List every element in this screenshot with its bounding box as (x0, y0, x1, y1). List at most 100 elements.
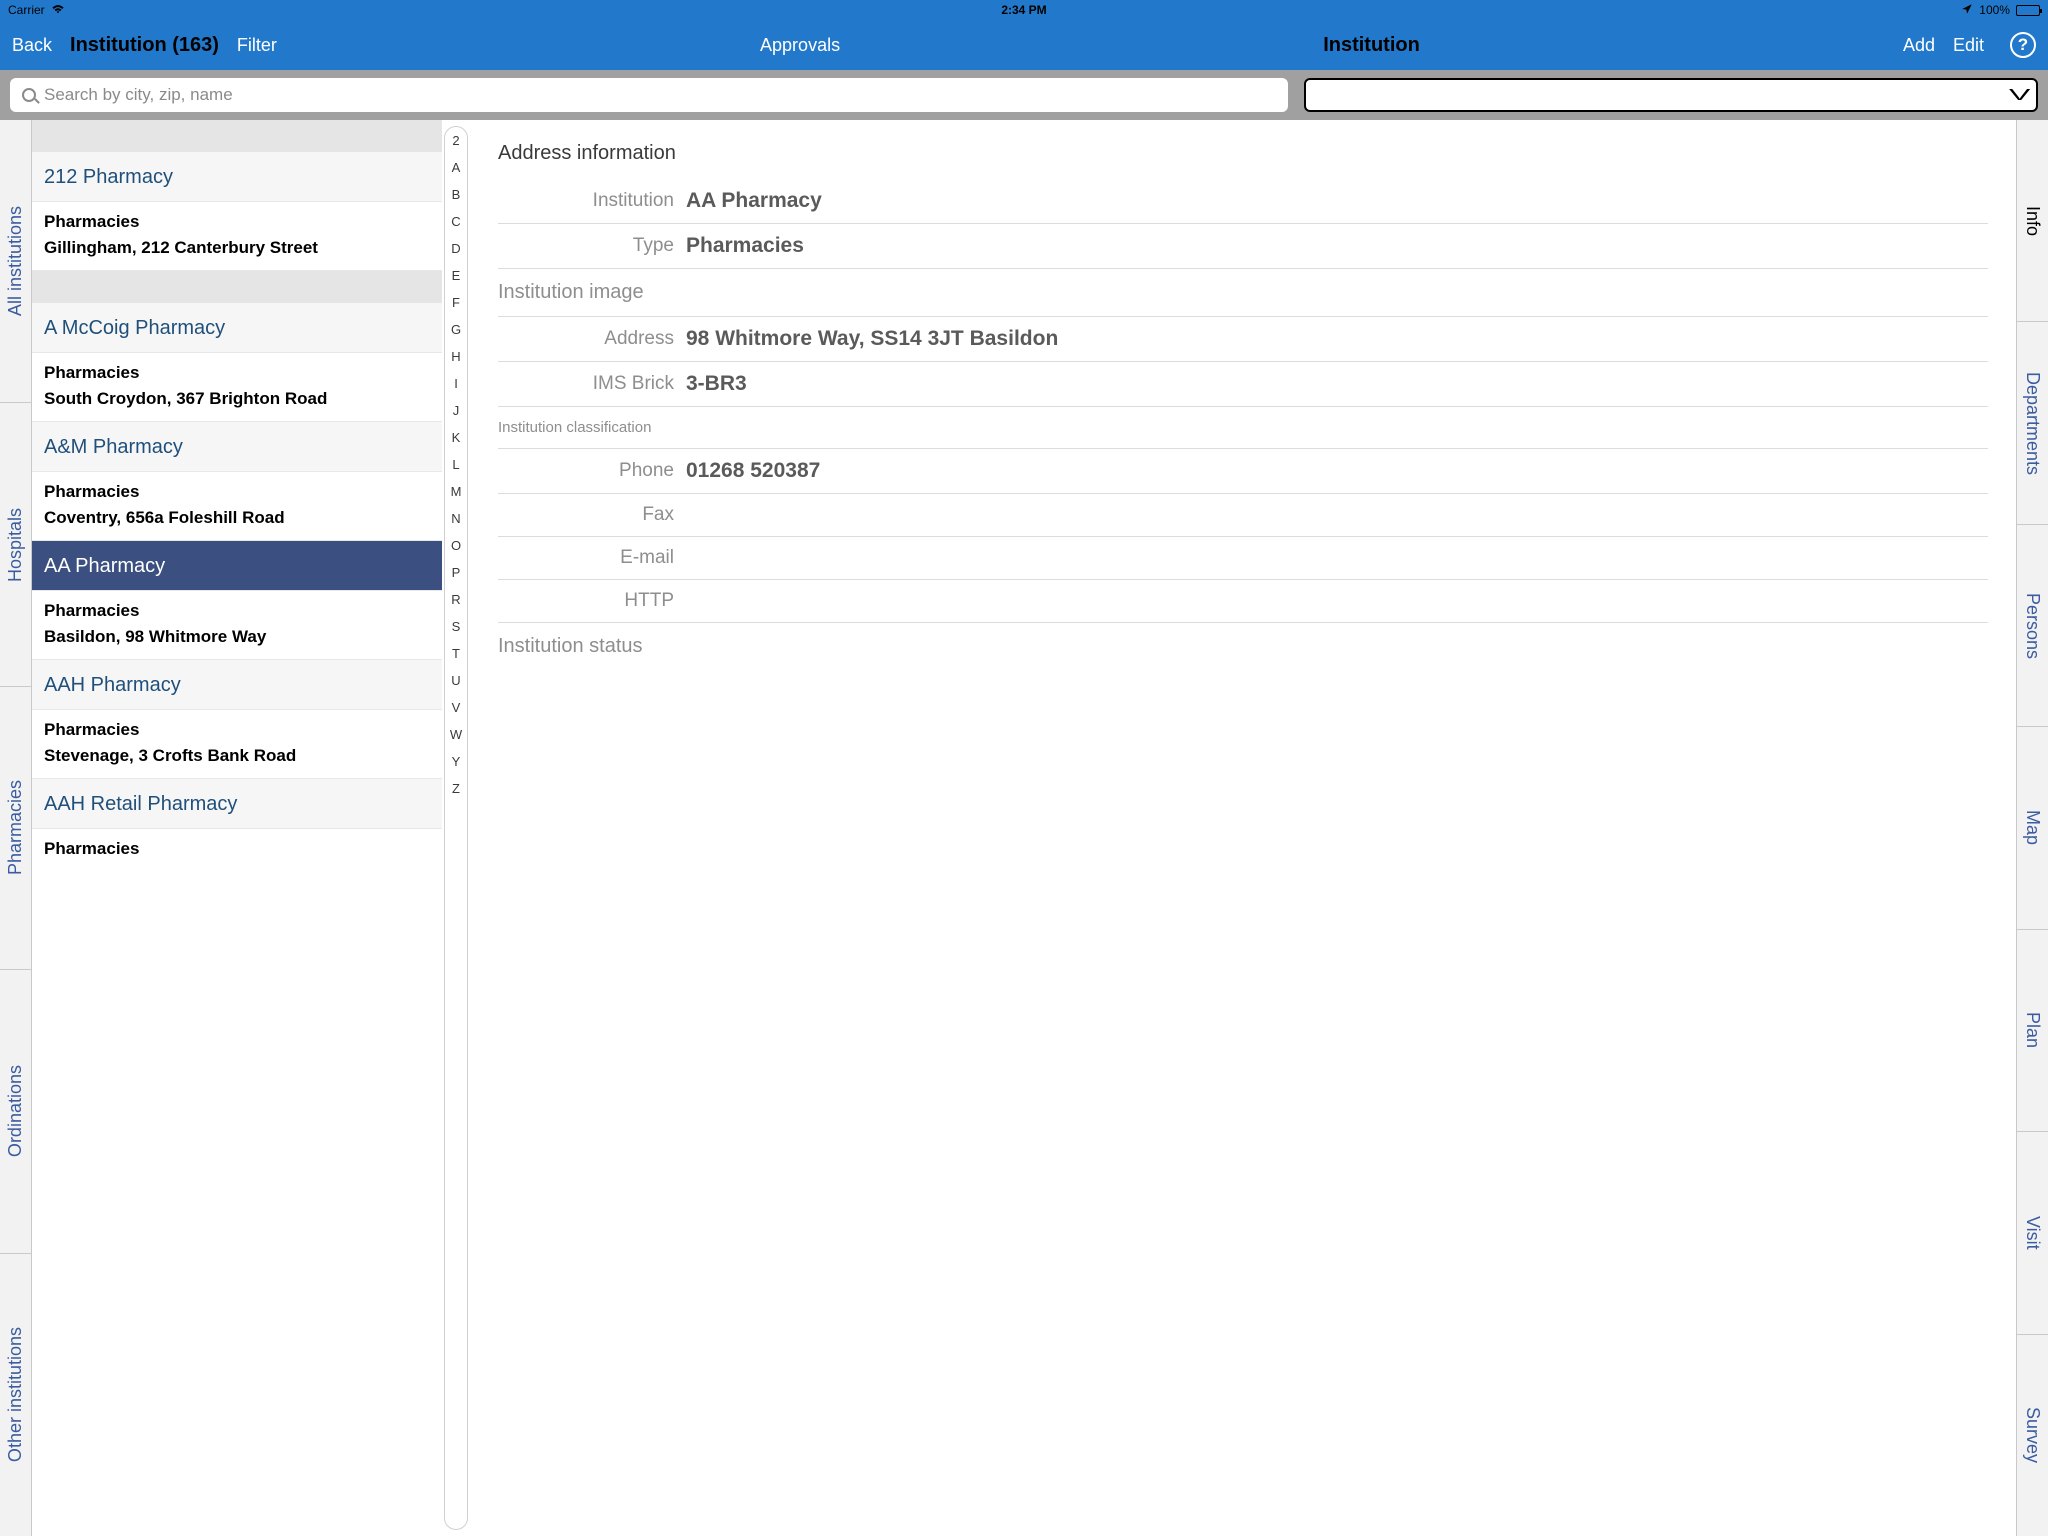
index-letter[interactable]: F (452, 295, 460, 310)
right-tab-label: Survey (2022, 1407, 2043, 1463)
battery-icon (2016, 5, 2040, 16)
value-address: 98 Whitmore Way, SS14 3JT Basildon (686, 327, 1058, 351)
label-type: Type (498, 235, 674, 257)
list-item-name[interactable]: A&M Pharmacy (32, 422, 442, 472)
right-tab-survey[interactable]: Survey (2017, 1335, 2048, 1536)
filter-button[interactable]: Filter (237, 35, 277, 56)
index-letter[interactable]: D (451, 241, 460, 256)
list-section-spacer (32, 120, 442, 152)
index-letter[interactable]: U (451, 673, 460, 688)
right-tab-label: Persons (2022, 593, 2043, 659)
list-item-name[interactable]: AAH Retail Pharmacy (32, 779, 442, 829)
label-fax: Fax (498, 504, 674, 526)
detail-panel: Address information Institution AA Pharm… (470, 120, 2016, 1536)
right-tab-plan[interactable]: Plan (2017, 930, 2048, 1132)
index-letter[interactable]: V (452, 700, 461, 715)
list-item-type: Pharmacies (32, 710, 442, 746)
label-http: HTTP (498, 590, 674, 612)
section-status: Institution status (498, 623, 1988, 670)
index-letter[interactable]: A (452, 160, 461, 175)
list-item-type: Pharmacies (32, 353, 442, 389)
index-letter[interactable]: W (450, 727, 462, 742)
approvals-button[interactable]: Approvals (760, 35, 840, 56)
battery-pct: 100% (1979, 3, 2010, 17)
index-letter[interactable]: S (452, 619, 461, 634)
index-letter[interactable]: R (451, 592, 460, 607)
list-item-type: Pharmacies (32, 591, 442, 627)
alpha-index[interactable]: 2 ABCDEFGHIJKLMNOPRSTUVWYZ (444, 126, 468, 1530)
carrier-label: Carrier (8, 3, 45, 17)
index-letter[interactable]: G (451, 322, 461, 337)
status-time: 2:34 PM (685, 3, 1362, 17)
search-input[interactable]: Search by city, zip, name (10, 78, 1288, 112)
index-letter[interactable]: C (451, 214, 460, 229)
index-letter[interactable]: M (451, 484, 462, 499)
list-item-type: Pharmacies (32, 472, 442, 508)
index-letter[interactable]: J (453, 403, 460, 418)
right-tab-visit[interactable]: Visit (2017, 1132, 2048, 1334)
wifi-icon (51, 3, 65, 17)
index-letter[interactable]: 2 (452, 133, 459, 148)
index-letter[interactable]: P (452, 565, 461, 580)
list-section-spacer (32, 271, 442, 303)
value-ims: 3-BR3 (686, 372, 747, 396)
list-item-address: Basildon, 98 Whitmore Way (32, 627, 442, 660)
index-letter[interactable]: Z (452, 781, 460, 796)
value-type: Pharmacies (686, 234, 804, 258)
filter-dropdown[interactable]: V (1304, 78, 2038, 112)
list-item-type: Pharmacies (32, 202, 442, 238)
help-icon[interactable]: ? (2010, 32, 2036, 58)
right-tab-departments[interactable]: Departments (2017, 322, 2048, 524)
list-item-address: Coventry, 656a Foleshill Road (32, 508, 442, 541)
left-tab-pharmacies[interactable]: Pharmacies (0, 687, 31, 970)
left-tab-label: Ordinations (5, 1065, 26, 1157)
right-tab-label: Info (2022, 206, 2043, 236)
index-letter[interactable]: O (451, 538, 461, 553)
list-item-name[interactable]: A McCoig Pharmacy (32, 303, 442, 353)
index-letter[interactable]: E (452, 268, 461, 283)
left-tab-ordinations[interactable]: Ordinations (0, 970, 31, 1253)
add-button[interactable]: Add (1903, 35, 1935, 56)
list-item-name[interactable]: AA Pharmacy (32, 541, 442, 591)
section-address-info: Address information (498, 142, 1988, 165)
institution-list[interactable]: 212 PharmacyPharmaciesGillingham, 212 Ca… (32, 120, 442, 1536)
left-tab-label: Hospitals (5, 508, 26, 582)
index-letter[interactable]: I (454, 376, 458, 391)
index-letter[interactable]: T (452, 646, 460, 661)
index-letter[interactable]: Y (452, 754, 461, 769)
list-item-address: Stevenage, 3 Crofts Bank Road (32, 746, 442, 779)
right-tab-label: Map (2022, 810, 2043, 845)
label-phone: Phone (498, 460, 674, 482)
right-tab-persons[interactable]: Persons (2017, 525, 2048, 727)
right-tab-info[interactable]: Info (2017, 120, 2048, 322)
label-ims: IMS Brick (498, 373, 674, 395)
index-letter[interactable]: H (451, 349, 460, 364)
list-item-type: Pharmacies (32, 829, 442, 865)
right-tab-map[interactable]: Map (2017, 727, 2048, 929)
nav-bar: Back Institution (163) Filter Approvals … (0, 20, 2048, 70)
index-letter[interactable]: N (451, 511, 460, 526)
left-category-tabs: All institutions Hospitals Pharmacies Ordin… (0, 120, 32, 1536)
label-email: E-mail (498, 547, 674, 569)
status-bar: Carrier 2:34 PM 100% (0, 0, 2048, 20)
index-letter[interactable]: B (452, 187, 461, 202)
right-tab-label: Visit (2022, 1216, 2043, 1250)
value-phone: 01268 520387 (686, 459, 820, 483)
left-tab-all-institutions[interactable]: All institutions (0, 120, 31, 403)
right-tab-label: Plan (2022, 1012, 2043, 1048)
list-item-name[interactable]: 212 Pharmacy (32, 152, 442, 202)
index-letter[interactable]: L (452, 457, 459, 472)
page-title-right: Institution (1323, 34, 1420, 57)
left-tab-label: Pharmacies (5, 780, 26, 875)
label-institution: Institution (498, 190, 674, 212)
left-tab-hospitals[interactable]: Hospitals (0, 403, 31, 686)
label-address: Address (498, 328, 674, 350)
list-item-name[interactable]: AAH Pharmacy (32, 660, 442, 710)
edit-button[interactable]: Edit (1953, 35, 1984, 56)
back-button[interactable]: Back (12, 35, 52, 56)
section-institution-image: Institution image (498, 269, 1988, 317)
index-letter[interactable]: K (452, 430, 461, 445)
left-tab-other-institutions[interactable]: Other institutions (0, 1254, 31, 1536)
section-classification: Institution classification (498, 407, 1988, 449)
location-icon (1961, 3, 1973, 18)
